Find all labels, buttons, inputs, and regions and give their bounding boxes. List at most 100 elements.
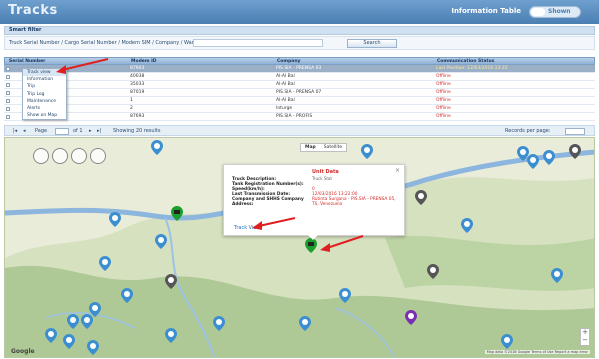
minus-icon[interactable]: − xyxy=(581,337,589,345)
pin-blue-icon[interactable] xyxy=(109,212,121,227)
pin-blue-icon[interactable] xyxy=(551,268,563,283)
pin-blue-icon[interactable] xyxy=(543,150,555,165)
cell-modem: 35033 xyxy=(130,82,145,87)
cell-modem: 2 xyxy=(130,106,133,111)
row-checkbox[interactable] xyxy=(6,91,10,95)
pin-blue-icon[interactable] xyxy=(461,218,473,233)
smart-filter-header[interactable]: Smart filter xyxy=(4,26,595,35)
cell-modem: 40038 xyxy=(130,74,145,79)
map-attribution[interactable]: Map data ©2016 Google Terms of Use Repor… xyxy=(484,350,590,354)
menu-item-trip[interactable]: Trip xyxy=(23,83,66,90)
pin-green-truck-icon[interactable] xyxy=(305,238,317,253)
info-window-title: Unit Data xyxy=(312,169,339,175)
hand-tool-icon[interactable] xyxy=(33,148,49,164)
pin-dark-icon[interactable] xyxy=(427,264,439,279)
next-page-button[interactable]: ▸ xyxy=(89,128,92,134)
table-row[interactable]: 87019 PIS.SIA - PRENSA 07 Offline xyxy=(4,89,595,97)
pin-blue-icon[interactable] xyxy=(81,314,93,329)
menu-item-trip-log[interactable]: Trip Log xyxy=(23,91,66,98)
prev-page-button[interactable]: ◂ xyxy=(23,128,26,134)
google-logo: Google xyxy=(11,348,35,355)
cell-status: Offline xyxy=(436,82,451,87)
pin-blue-icon[interactable] xyxy=(67,314,79,329)
map-type-map[interactable]: Map xyxy=(301,144,320,151)
row-checkbox[interactable] xyxy=(6,99,10,103)
info-value: TS, Venezuela xyxy=(312,202,343,207)
search-button[interactable]: Search xyxy=(347,39,397,48)
table-row[interactable]: 2 Inturge Offline xyxy=(4,105,595,113)
last-page-button[interactable]: ▸| xyxy=(97,128,101,134)
row-checkbox[interactable] xyxy=(6,83,10,87)
info-label: Address: xyxy=(232,202,254,207)
table-row[interactable]: 35033 Al-Al Bal Offline xyxy=(4,81,595,89)
pin-blue-icon[interactable] xyxy=(99,256,111,271)
map-view[interactable]: Map Satellite × Unit Data Truck Stat Tru… xyxy=(4,137,595,358)
pin-dark-icon[interactable] xyxy=(415,190,427,205)
col-company[interactable]: Company xyxy=(277,59,300,64)
row-checkbox[interactable] xyxy=(6,67,10,71)
page-of-label: of 1 xyxy=(73,128,83,134)
person-tool-icon[interactable] xyxy=(71,148,87,164)
col-serial[interactable]: Serial Number xyxy=(9,59,45,64)
pin-blue-icon[interactable] xyxy=(339,288,351,303)
search-input[interactable] xyxy=(193,39,323,47)
col-status[interactable]: Communication Status xyxy=(437,59,494,64)
map-type-satellite[interactable]: Satellite xyxy=(320,144,346,151)
information-table-toggle[interactable]: Shown xyxy=(529,6,581,18)
cell-modem: 87019 xyxy=(130,90,145,95)
cell-company: Al-Al Bal xyxy=(276,82,295,87)
cell-status: Offline xyxy=(436,74,451,79)
info-window-subtitle: Truck Stat xyxy=(312,176,332,181)
menu-item-information[interactable]: Information xyxy=(23,76,66,83)
pin-blue-icon[interactable] xyxy=(155,234,167,249)
row-checkbox[interactable] xyxy=(6,75,10,79)
records-per-page-label: Records per page: xyxy=(505,128,551,134)
annotation-arrow xyxy=(252,217,296,230)
pin-blue-icon[interactable] xyxy=(87,340,99,355)
cell-company: PIS.SIA - PROFIS xyxy=(276,114,313,119)
first-page-button[interactable]: |◂ xyxy=(13,128,17,134)
table-row[interactable]: 1 Al-Al Bal Offline xyxy=(4,97,595,105)
cell-company: PIS.SIA - PRENSA 03 xyxy=(276,66,322,71)
toggle-knob xyxy=(531,8,545,16)
info-labels: Truck Description: Tank Registration Num… xyxy=(232,177,304,207)
pin-blue-icon[interactable] xyxy=(299,316,311,331)
pin-blue-icon[interactable] xyxy=(527,154,539,169)
menu-item-alerts[interactable]: Alerts xyxy=(23,105,66,112)
pin-dark-icon[interactable] xyxy=(569,144,581,159)
info-tool-icon[interactable] xyxy=(90,148,106,164)
pin-blue-icon[interactable] xyxy=(121,288,133,303)
col-modem[interactable]: Modem ID xyxy=(131,59,157,64)
cell-status: Offline xyxy=(436,106,451,111)
menu-item-show-on-map[interactable]: Show on Map xyxy=(23,112,66,119)
app-header: Tracks Information Table Shown xyxy=(0,0,599,24)
toggle-label: Shown xyxy=(548,8,571,15)
pin-green-truck-icon[interactable] xyxy=(171,206,183,221)
page-label: Page xyxy=(35,128,48,134)
table-pager: |◂ ◂ Page 1 of 1 ▸ ▸| Showing 20 results… xyxy=(4,125,595,146)
pin-blue-icon[interactable] xyxy=(213,316,225,331)
page-input[interactable]: 1 xyxy=(55,128,69,146)
pin-blue-icon[interactable] xyxy=(45,328,57,343)
close-icon[interactable]: × xyxy=(395,167,400,174)
pin-dark-icon[interactable] xyxy=(165,274,177,289)
cell-modem: 87693 xyxy=(130,114,145,119)
information-table-label: Information Table xyxy=(451,7,521,15)
pin-purple-icon[interactable] xyxy=(405,310,417,325)
search-label: Truck Serial Number / Cargo Serial Numbe… xyxy=(9,40,214,46)
menu-item-maintenance[interactable]: Maintenance xyxy=(23,98,66,105)
pin-blue-icon[interactable] xyxy=(151,140,163,155)
map-type-control: Map Satellite xyxy=(300,143,348,152)
pin-blue-icon[interactable] xyxy=(501,334,513,349)
records-per-page-select[interactable]: 20 xyxy=(565,128,585,146)
table-row[interactable]: 87693 PIS.SIA - PROFIS Offline xyxy=(4,113,595,121)
annotation-arrow xyxy=(320,235,364,252)
annotation-arrow xyxy=(56,58,109,74)
cell-company: Al-Al Bal xyxy=(276,98,295,103)
pin-blue-icon[interactable] xyxy=(165,328,177,343)
pin-blue-icon[interactable] xyxy=(361,144,373,159)
row-checkbox[interactable] xyxy=(6,107,10,111)
pin-blue-icon[interactable] xyxy=(63,334,75,349)
zoom-area-icon[interactable] xyxy=(52,148,68,164)
row-checkbox[interactable] xyxy=(6,115,10,119)
